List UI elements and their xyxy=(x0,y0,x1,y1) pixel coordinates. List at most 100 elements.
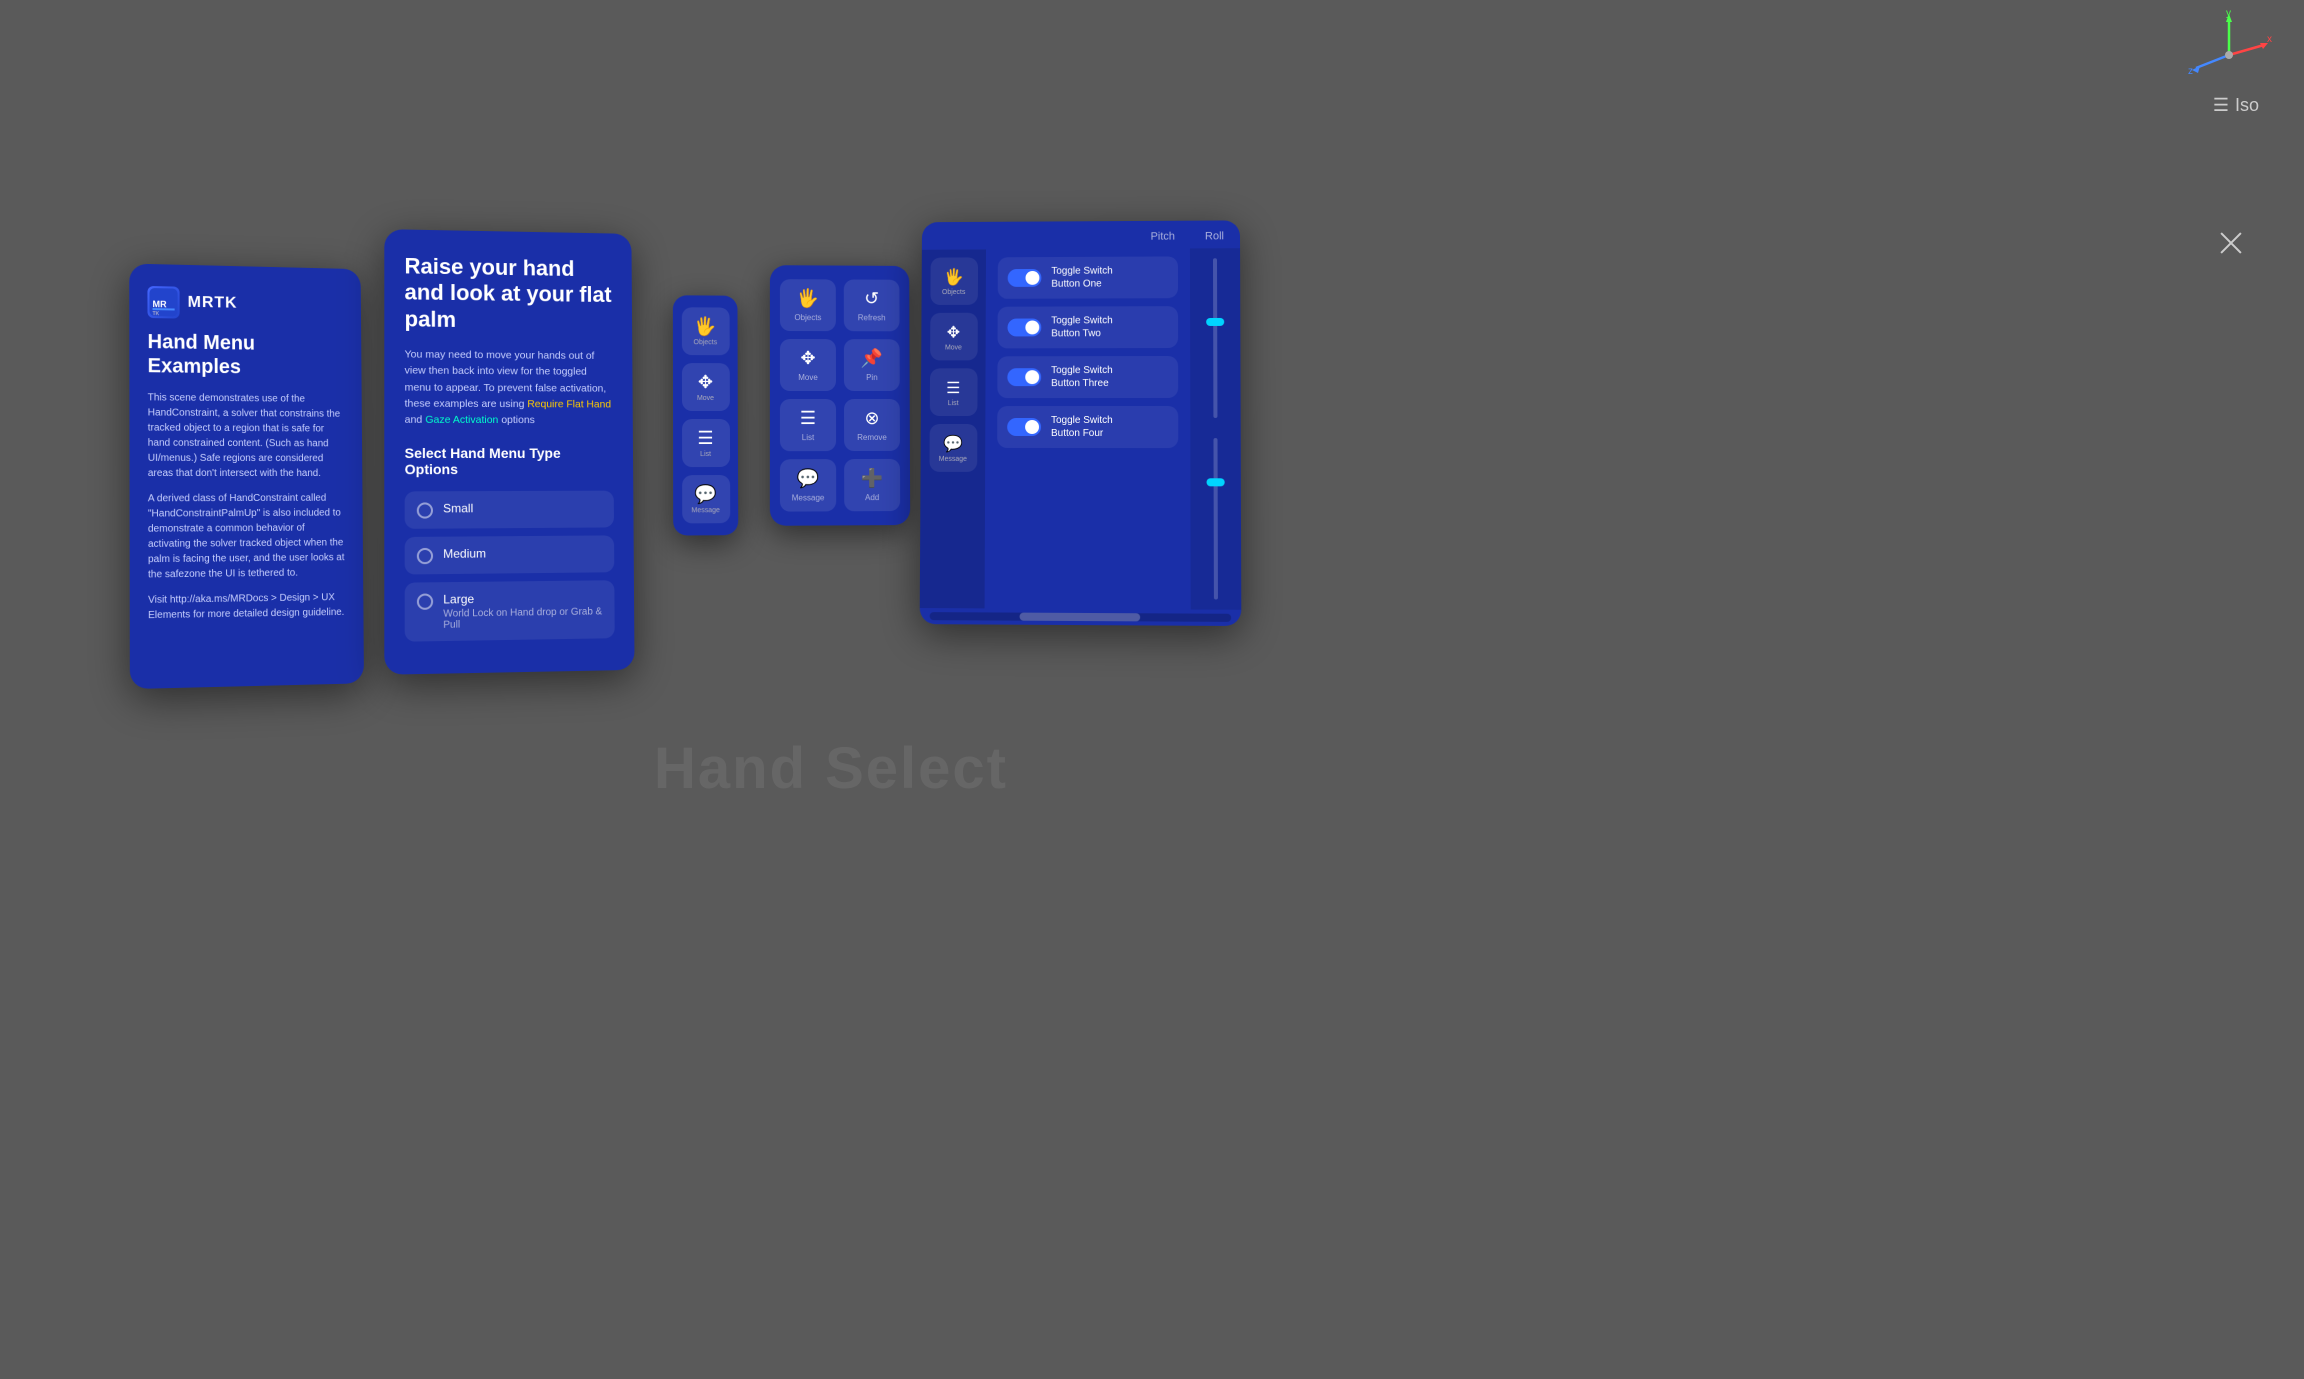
med-move-label: Move xyxy=(798,373,818,382)
toggle-switch-1[interactable] xyxy=(1008,269,1042,287)
large-btn-objects[interactable]: 🖐 Objects xyxy=(930,257,978,305)
large-list-label: List xyxy=(948,400,959,407)
med-add-icon: ➕ xyxy=(861,468,883,489)
large-objects-icon: 🖐 xyxy=(944,267,964,287)
large-move-icon: ✥ xyxy=(947,322,960,342)
highlight-gaze: Gaze Activation xyxy=(425,414,498,426)
objects-icon: 🖐 xyxy=(694,316,716,337)
med-btn-objects[interactable]: 🖐 Objects xyxy=(780,279,836,331)
large-btn-move[interactable]: ✥ Move xyxy=(930,313,978,361)
large-btn-message[interactable]: 💬 Message xyxy=(929,424,977,472)
large-list-icon: ☰ xyxy=(946,378,960,398)
toggle-list: Toggle SwitchButton One Toggle SwitchBut… xyxy=(985,248,1191,609)
card-info-desc3: Visit http://aka.ms/MRDocs > Design > UX… xyxy=(148,590,346,623)
med-btn-refresh[interactable]: ↺ Refresh xyxy=(844,279,900,331)
radio-small-label: Small xyxy=(443,501,473,515)
toggle-switch-3[interactable] xyxy=(1007,368,1041,386)
raise-description: You may need to move your hands out of v… xyxy=(405,347,614,429)
toggle-label-4: Toggle SwitchButton Four xyxy=(1051,414,1113,440)
iso-text: Iso xyxy=(2235,95,2259,116)
hand-select-background-text: Hand Select xyxy=(654,735,1008,802)
card-raise-hand: Raise your hand and look at your flat pa… xyxy=(384,229,634,674)
roll-slider[interactable] xyxy=(1213,438,1217,599)
small-menu-list[interactable]: ☰ List xyxy=(682,419,730,467)
med-message-label: Message xyxy=(792,493,825,502)
med-refresh-icon: ↺ xyxy=(864,289,879,310)
raise-title: Raise your hand and look at your flat pa… xyxy=(404,253,612,334)
svg-text:x: x xyxy=(2267,34,2272,45)
med-objects-label: Objects xyxy=(794,313,821,322)
toggle-switch-4[interactable] xyxy=(1007,418,1041,436)
large-message-label: Message xyxy=(939,455,967,462)
large-btn-list[interactable]: ☰ List xyxy=(929,368,977,416)
med-move-icon: ✥ xyxy=(800,348,815,369)
med-refresh-label: Refresh xyxy=(858,313,886,322)
close-button[interactable] xyxy=(2213,225,2249,261)
small-menu-move[interactable]: ✥ Move xyxy=(681,363,729,411)
large-objects-label: Objects xyxy=(942,289,965,296)
highlight-flat-hand: Require Flat Hand xyxy=(527,398,611,410)
sliders-area xyxy=(1190,248,1241,610)
pitch-slider[interactable] xyxy=(1213,258,1217,418)
scrollbar-thumb[interactable] xyxy=(1020,613,1141,622)
med-btn-pin[interactable]: 📌 Pin xyxy=(844,339,900,391)
move-icon: ✥ xyxy=(698,372,713,393)
svg-text:y: y xyxy=(2226,10,2231,19)
mrtk-label: MRTK xyxy=(188,294,238,313)
3d-scene: y x z ☰ Iso MR TK MRTK Hand Menu Example… xyxy=(0,0,2304,1379)
roll-thumb[interactable] xyxy=(1207,478,1225,486)
small-menu-message[interactable]: 💬 Message xyxy=(682,475,730,523)
large-main-content: 🖐 Objects ✥ Move ☰ List 💬 Message xyxy=(920,248,1242,610)
scrollbar-track xyxy=(930,612,1232,622)
toggle-row-1[interactable]: Toggle SwitchButton One xyxy=(998,256,1178,298)
med-pin-icon: 📌 xyxy=(861,348,883,369)
card-large-header: Pitch Roll xyxy=(922,220,1240,249)
card-info-desc1: This scene demonstrates use of the HandC… xyxy=(148,390,345,481)
radio-option-small[interactable]: Small xyxy=(405,490,614,528)
message-icon: 💬 xyxy=(694,484,716,505)
med-btn-list[interactable]: ☰ List xyxy=(780,399,836,451)
card-info-title: Hand Menu Examples xyxy=(148,330,345,380)
small-menu-objects[interactable]: 🖐 Objects xyxy=(681,307,729,355)
toggle-row-4[interactable]: Toggle SwitchButton Four xyxy=(997,406,1178,448)
radio-large-label: Large xyxy=(443,590,602,606)
toggle-label-2: Toggle SwitchButton Two xyxy=(1051,314,1113,340)
card-hand-menu-examples: MR TK MRTK Hand Menu Examples This scene… xyxy=(129,264,364,690)
pitch-label: Pitch xyxy=(1151,231,1175,243)
radio-medium-circle xyxy=(417,547,433,563)
toggle-label-1: Toggle SwitchButton One xyxy=(1051,265,1112,291)
large-message-icon: 💬 xyxy=(943,433,963,453)
radio-option-large[interactable]: Large World Lock on Hand drop or Grab & … xyxy=(405,580,615,641)
card-info-desc2: A derived class of HandConstraint called… xyxy=(148,491,346,583)
svg-text:MR: MR xyxy=(153,299,168,309)
select-options-title: Select Hand Menu Type Options xyxy=(405,444,614,476)
med-remove-icon: ⊗ xyxy=(864,408,879,429)
med-add-label: Add xyxy=(865,493,879,502)
toggle-switch-2[interactable] xyxy=(1007,318,1041,336)
iso-label: ☰ Iso xyxy=(2213,95,2259,116)
svg-text:TK: TK xyxy=(153,311,160,316)
toggle-label-3: Toggle SwitchButton Three xyxy=(1051,364,1113,390)
hamburger-icon: ☰ xyxy=(2213,95,2229,116)
svg-text:z: z xyxy=(2188,66,2193,77)
mrtk-logo: MR TK xyxy=(147,286,179,319)
med-message-icon: 💬 xyxy=(797,468,820,489)
radio-large-circle xyxy=(417,593,433,609)
radio-small-circle xyxy=(417,502,433,518)
card-small-menu: 🖐 Objects ✥ Move ☰ List 💬 Message xyxy=(673,295,738,535)
med-btn-move[interactable]: ✥ Move xyxy=(780,339,836,391)
gizmo-svg: y x z xyxy=(2184,10,2274,100)
large-move-label: Move xyxy=(945,344,962,351)
med-btn-remove[interactable]: ⊗ Remove xyxy=(844,399,900,451)
pitch-thumb[interactable] xyxy=(1206,318,1224,326)
card-medium-menu: 🖐 Objects ↺ Refresh ✥ Move 📌 Pin ☰ List … xyxy=(770,265,910,526)
med-objects-icon: 🖐 xyxy=(797,288,819,309)
message-label: Message xyxy=(692,507,720,514)
med-btn-add[interactable]: ➕ Add xyxy=(844,459,900,511)
toggle-row-2[interactable]: Toggle SwitchButton Two xyxy=(998,306,1179,348)
toggle-row-3[interactable]: Toggle SwitchButton Three xyxy=(997,356,1178,398)
list-label: List xyxy=(700,451,711,458)
med-remove-label: Remove xyxy=(857,433,887,442)
med-btn-message[interactable]: 💬 Message xyxy=(780,459,836,512)
radio-option-medium[interactable]: Medium xyxy=(405,535,615,574)
